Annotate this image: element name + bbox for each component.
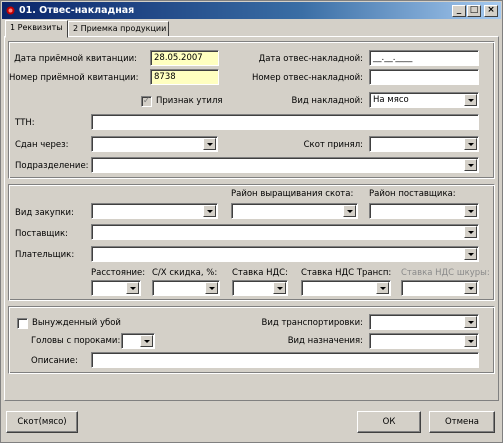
chevron-down-icon[interactable] [464,282,477,294]
util-checkbox[interactable]: ✓ [141,96,152,107]
app-icon [6,6,15,15]
maximize-button[interactable]: □ [467,5,481,17]
receipt-date-label: Дата приёмной квитанции: [14,54,137,64]
tab-requisites[interactable]: 1 Реквизиты [5,20,68,38]
heads-defects-label: Головы с пороками: [31,336,121,346]
supplier-select[interactable] [91,224,479,240]
chevron-down-icon[interactable] [376,282,389,294]
weigh-date-label: Дата отвес-накладной: [258,54,363,64]
chevron-down-icon[interactable] [464,94,477,106]
ttn-label: ТТН: [15,118,35,128]
receipt-number-label: Номер приёмной квитанции: [9,73,139,83]
distance-select[interactable] [91,280,141,296]
cancel-button[interactable]: Отмена [429,411,495,433]
minimize-button[interactable]: _ [452,5,466,17]
chevron-down-icon[interactable] [464,335,477,347]
weigh-number-field[interactable] [369,69,479,85]
description-field[interactable] [91,352,479,368]
invoice-type-value: На мясо [373,95,409,105]
region-supplier-select[interactable] [369,203,479,219]
window-title: 01. Отвес-накладная [19,5,135,16]
destination-label: Вид назначения: [287,336,363,346]
distance-label: Расстояние: [91,268,146,278]
chevron-down-icon[interactable] [140,335,153,347]
title-bar: 01. Отвес-накладная _ □ × [2,2,501,19]
discount-label: С/Х скидка, %: [152,268,218,278]
ok-button[interactable]: ОК [357,411,421,433]
chevron-down-icon[interactable] [464,205,477,217]
ttn-field[interactable] [91,114,479,130]
chevron-down-icon[interactable] [203,205,216,217]
purchase-type-label: Вид закупки: [15,208,74,218]
destination-select[interactable] [369,333,479,349]
tab-acceptance[interactable]: 2 Приемка продукции [68,21,169,37]
division-select[interactable] [91,157,479,173]
cattle-received-select[interactable] [369,136,479,152]
vat-label: Ставка НДС: [232,268,288,278]
payer-select[interactable] [91,246,479,262]
region-supplier-label: Район поставщика: [369,189,456,199]
heads-defects-select[interactable] [121,333,155,349]
description-label: Описание: [31,356,78,366]
weigh-date-field[interactable]: __.__.____ [369,50,479,66]
region-cattle-select[interactable] [231,203,358,219]
chevron-down-icon[interactable] [464,138,477,150]
transport-type-label: Вид транспортировки: [261,318,363,328]
chevron-down-icon[interactable] [205,282,218,294]
tab-panel: Дата приёмной квитанции: 28.05.2007 Дата… [4,36,499,401]
chevron-down-icon[interactable] [126,282,139,294]
main-window: 01. Отвес-накладная _ □ × 1 Реквизиты 2 … [0,0,503,443]
vat-transport-label: Ставка НДС Трансп: [301,268,392,278]
region-cattle-label: Район выращивания скота: [231,189,354,199]
purchase-type-select[interactable] [91,203,218,219]
forced-slaughter-label: Вынужденный убой [32,318,121,328]
chevron-down-icon[interactable] [203,138,216,150]
receipt-date-field[interactable]: 28.05.2007 [150,50,219,66]
invoice-type-select[interactable]: На мясо [369,92,479,108]
discount-select[interactable] [152,280,220,296]
vat-skins-select[interactable] [401,280,479,296]
chevron-down-icon[interactable] [464,159,477,171]
close-button[interactable]: × [484,5,498,17]
util-label: Признак утиля [156,96,223,106]
weigh-number-label: Номер отвес-накладной: [251,73,363,83]
invoice-type-label: Вид накладной: [291,96,364,106]
chevron-down-icon[interactable] [343,205,356,217]
division-label: Подразделение: [15,161,89,171]
payer-label: Плательщик: [15,250,75,260]
handed-via-label: Сдан через: [15,140,69,150]
vat-select[interactable] [232,280,288,296]
transport-type-select[interactable] [369,314,479,330]
cattle-received-label: Скот принял: [303,140,363,150]
chevron-down-icon[interactable] [464,226,477,238]
cattle-meat-button[interactable]: Скот(мясо) [6,411,78,433]
supplier-label: Поставщик: [15,229,68,239]
forced-slaughter-checkbox[interactable] [17,318,28,329]
vat-transport-select[interactable] [301,280,391,296]
handed-via-select[interactable] [91,136,218,152]
chevron-down-icon[interactable] [464,248,477,260]
chevron-down-icon[interactable] [273,282,286,294]
vat-skins-label: Ставка НДС шкуры: [401,268,490,278]
receipt-number-field[interactable]: 8738 [150,69,219,85]
chevron-down-icon[interactable] [464,316,477,328]
